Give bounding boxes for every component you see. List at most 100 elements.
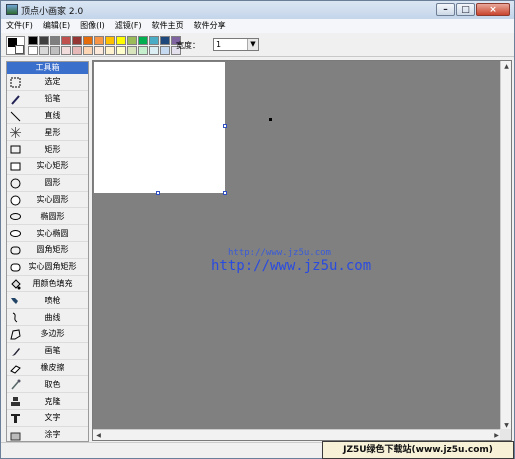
color-swatch[interactable] [72, 36, 82, 45]
watermark-small: http://www.jz5u.com [228, 248, 331, 258]
color-swatch[interactable] [94, 46, 104, 55]
toolbox: 工具箱 选定 铅笔 直线 星形 矩形 实心矩形 圆形 实心圆形 椭圆形 实心椭圆 圆角矩形 实心圆角矩… [6, 61, 89, 442]
menu-share[interactable]: 软件分享 [189, 19, 231, 33]
filled-circle-icon [10, 195, 21, 206]
tool-eyedropper[interactable]: 取色 [7, 376, 88, 394]
color-swatch[interactable] [105, 36, 115, 45]
color-swatch[interactable] [160, 46, 170, 55]
tool-rectangle[interactable]: 矩形 [7, 141, 88, 158]
color-swatch[interactable] [39, 36, 49, 45]
eyedropper-icon [10, 379, 21, 390]
title-bar[interactable]: 顶点小画家 2.0 – □ × [1, 1, 514, 19]
tool-star[interactable]: 星形 [7, 124, 88, 142]
color-swatch[interactable] [39, 46, 49, 55]
app-icon [6, 4, 18, 15]
color-swatch[interactable] [149, 46, 159, 55]
minimize-icon: – [443, 5, 448, 15]
color-swatch[interactable] [127, 46, 137, 55]
color-swatch[interactable] [94, 36, 104, 45]
color-swatch[interactable] [28, 36, 38, 45]
color-swatch[interactable] [72, 46, 82, 55]
line-icon [10, 111, 21, 122]
color-selector[interactable] [6, 36, 25, 55]
color-swatch[interactable] [160, 36, 170, 45]
airbrush-icon [10, 295, 21, 306]
tool-filled-rectangle[interactable]: 实心矩形 [7, 158, 88, 175]
window-title: 顶点小画家 2.0 [21, 7, 84, 17]
color-swatch[interactable] [83, 36, 93, 45]
width-select[interactable]: 1 ▼ [213, 38, 259, 51]
tool-paint-bucket[interactable]: 用颜色填充 [7, 276, 88, 293]
background-color[interactable] [15, 45, 24, 54]
color-swatch[interactable] [105, 46, 115, 55]
color-swatch[interactable] [83, 46, 93, 55]
ellipse-icon [10, 211, 21, 222]
tool-pencil[interactable]: 铅笔 [7, 91, 88, 108]
width-value: 1 [216, 40, 222, 49]
color-swatch[interactable] [61, 36, 71, 45]
resize-handle-corner[interactable] [223, 191, 227, 195]
menu-filter[interactable]: 滤镜(F) [110, 19, 147, 33]
width-label: 宽度： [176, 41, 200, 50]
pencil-icon [10, 94, 21, 105]
menu-homepage[interactable]: 软件主页 [147, 19, 189, 33]
color-swatch[interactable] [28, 46, 38, 55]
menu-file[interactable]: 文件(F) [1, 19, 38, 33]
curve-icon [10, 312, 21, 323]
color-palette [28, 36, 181, 55]
drawing-canvas[interactable] [94, 62, 225, 193]
tool-select-rect[interactable]: 选定 [7, 74, 88, 91]
tool-line[interactable]: 直线 [7, 108, 88, 125]
app-window: 顶点小画家 2.0 – □ × 文件(F) 编辑(E) 图像(I) 滤镜(F) … [0, 0, 515, 459]
resize-handle-bottom[interactable] [156, 191, 160, 195]
color-swatch[interactable] [138, 46, 148, 55]
tool-clone-stamp[interactable]: 克隆 [7, 393, 88, 410]
rounded-rect-icon [10, 245, 21, 256]
resize-handle-right[interactable] [223, 124, 227, 128]
scroll-left-icon[interactable]: ◀ [93, 430, 104, 440]
text-icon [10, 413, 21, 424]
canvas-area[interactable]: http://www.jz5u.com http://www.jz5u.com … [92, 60, 512, 441]
tool-curve[interactable]: 曲线 [7, 309, 88, 326]
horizontal-scrollbar[interactable]: ◀ ▶ [93, 429, 502, 440]
tool-polygon[interactable]: 多边形 [7, 326, 88, 343]
tool-circle[interactable]: 圆形 [7, 175, 88, 192]
toolbar: 宽度： 1 ▼ [1, 33, 514, 57]
tool-text[interactable]: 文字 [7, 410, 88, 427]
tool-brush[interactable]: 画笔 [7, 343, 88, 360]
rectangle-icon [10, 144, 21, 155]
color-swatch[interactable] [138, 36, 148, 45]
color-swatch[interactable] [149, 36, 159, 45]
eraser-icon [10, 363, 21, 374]
circle-icon [10, 178, 21, 189]
tool-airbrush[interactable]: 喷枪 [7, 292, 88, 310]
color-swatch[interactable] [116, 46, 126, 55]
tool-filled-ellipse[interactable]: 实心椭圆 [7, 225, 88, 242]
tool-ellipse[interactable]: 椭圆形 [7, 208, 88, 226]
minimize-button[interactable]: – [436, 3, 455, 16]
color-swatch[interactable] [116, 36, 126, 45]
filled-rounded-rect-icon [10, 262, 21, 273]
select-rect-icon [10, 77, 21, 88]
color-swatch[interactable] [127, 36, 137, 45]
tool-rounded-rect[interactable]: 圆角矩形 [7, 242, 88, 259]
scroll-up-icon[interactable]: ▲ [501, 61, 511, 72]
cursor-icon [269, 118, 272, 121]
polygon-icon [10, 329, 21, 340]
chevron-down-icon[interactable]: ▼ [247, 39, 258, 50]
tool-filled-circle[interactable]: 实心圆形 [7, 192, 88, 209]
vertical-scrollbar[interactable]: ▲ ▼ [500, 61, 511, 431]
close-icon: × [489, 5, 497, 15]
color-swatch[interactable] [50, 46, 60, 55]
smudge-icon [10, 430, 21, 441]
color-swatch[interactable] [61, 46, 71, 55]
tool-filled-rounded-rect[interactable]: 实心圆角矩形 [7, 259, 88, 276]
menu-edit[interactable]: 编辑(E) [38, 19, 75, 33]
color-swatch[interactable] [50, 36, 60, 45]
maximize-button[interactable]: □ [456, 3, 475, 16]
tool-eraser[interactable]: 橡皮擦 [7, 360, 88, 377]
close-button[interactable]: × [476, 3, 510, 16]
tool-smudge[interactable]: 涂字 [7, 427, 88, 441]
menu-image[interactable]: 图像(I) [75, 19, 110, 33]
watermark-large: http://www.jz5u.com [211, 258, 372, 274]
